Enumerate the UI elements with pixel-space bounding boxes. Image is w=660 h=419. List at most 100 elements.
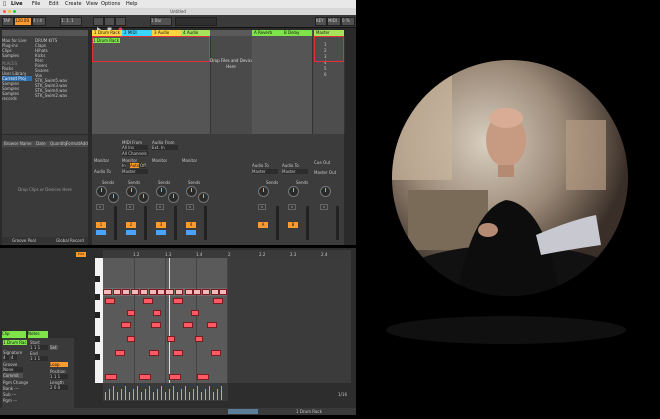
monitor-in-button[interactable]: In [122, 163, 126, 168]
menu-help[interactable]: Help [126, 1, 137, 7]
velocity-marker[interactable] [133, 389, 134, 400]
send-b-knob[interactable] [138, 192, 149, 203]
midi-note[interactable] [115, 350, 125, 356]
apple-icon[interactable]:  [3, 1, 6, 7]
velocity-marker[interactable] [105, 392, 106, 400]
bpm-field[interactable]: 120.00 [14, 17, 32, 26]
overview-thumbnail[interactable] [228, 409, 258, 414]
velocity-marker[interactable] [205, 389, 206, 400]
volume-fader[interactable] [204, 206, 207, 240]
midi-note[interactable] [191, 310, 199, 316]
velocity-marker[interactable] [185, 386, 186, 400]
volume-fader[interactable] [276, 206, 279, 240]
velocity-marker[interactable] [145, 389, 146, 400]
menu-view[interactable]: View [86, 1, 98, 7]
velocity-marker[interactable] [177, 392, 178, 400]
midi-note[interactable] [151, 322, 161, 328]
stop-button[interactable] [104, 17, 115, 32]
solo-button[interactable] [126, 230, 136, 235]
position-field[interactable]: 1 1 1 [50, 374, 68, 379]
solo-button[interactable] [186, 230, 196, 235]
monitor-off-button[interactable]: Off [140, 163, 146, 168]
signature-denominator[interactable]: 4 [11, 355, 17, 360]
song-position-field[interactable]: 1. 1. 1 [60, 17, 82, 26]
midi-note[interactable] [105, 298, 115, 304]
volume-value[interactable]: 0 [258, 204, 266, 210]
midi-note[interactable] [122, 289, 130, 295]
cue-volume-knob[interactable] [320, 186, 331, 197]
volume-value[interactable]: 0 [288, 204, 296, 210]
velocity-marker[interactable] [161, 386, 162, 400]
velocity-marker[interactable] [217, 389, 218, 400]
audio-to-select[interactable]: Master [252, 169, 278, 174]
velocity-marker[interactable] [137, 386, 138, 400]
velocity-marker[interactable] [141, 392, 142, 400]
volume-value[interactable]: 0 [156, 204, 164, 210]
midi-note[interactable] [193, 289, 201, 295]
set-start-button[interactable]: Set [50, 345, 58, 350]
sub-field[interactable]: Sub --- [3, 392, 16, 397]
midi-note[interactable] [105, 374, 117, 380]
velocity-marker[interactable] [181, 389, 182, 400]
midi-note[interactable] [149, 350, 159, 356]
volume-value[interactable]: 0 [320, 204, 328, 210]
fold-button[interactable]: Fold [76, 252, 86, 257]
browser-search[interactable] [2, 30, 88, 36]
velocity-marker[interactable] [121, 389, 122, 400]
midi-note[interactable] [153, 310, 161, 316]
midi-note[interactable] [173, 298, 183, 304]
send-knob[interactable] [288, 186, 299, 197]
midi-note[interactable] [113, 289, 121, 295]
commit-button[interactable]: Commit [3, 373, 23, 378]
velocity-marker[interactable] [201, 392, 202, 400]
volume-value[interactable]: 0 [186, 204, 194, 210]
solo-button[interactable] [156, 230, 166, 235]
col-quantity[interactable]: Quantity [50, 141, 67, 146]
send-a-knob[interactable] [186, 186, 197, 197]
clip-name-field[interactable]: 1 Drum Rack [3, 340, 27, 345]
volume-fader[interactable] [174, 206, 177, 240]
send-b-knob[interactable] [108, 192, 119, 203]
signature-numerator[interactable]: 4 [3, 355, 9, 360]
volume-fader[interactable] [336, 206, 339, 240]
midi-note[interactable] [211, 350, 221, 356]
track-activator[interactable]: 1 [96, 222, 106, 228]
track-activator[interactable]: 3 [156, 222, 166, 228]
clip-slots-return-a[interactable] [252, 36, 283, 134]
volume-value[interactable]: 0 [96, 204, 104, 210]
track-activator[interactable]: B [288, 222, 298, 228]
col-add[interactable]: Add [80, 141, 88, 146]
menu-live[interactable]: Live [11, 1, 23, 7]
bank-field[interactable]: Bank --- [3, 386, 19, 391]
groove-select[interactable]: None [3, 367, 23, 372]
monitor-auto-button[interactable]: Auto [130, 163, 140, 168]
scene-number[interactable]: 5 [324, 66, 327, 71]
midi-note[interactable] [165, 289, 174, 295]
velocity-marker[interactable] [221, 386, 222, 400]
volume-fader[interactable] [114, 206, 117, 240]
midi-note[interactable] [219, 289, 227, 295]
velocity-marker[interactable] [169, 389, 170, 400]
solo-button[interactable] [96, 230, 106, 235]
quantize-menu[interactable]: 1 Bar [150, 17, 172, 26]
browser-place[interactable]: records [2, 96, 32, 101]
col-date[interactable]: Date [36, 141, 46, 146]
groove-drop-area[interactable]: Drop Clips or Devices Here [2, 187, 88, 192]
end-field[interactable]: 3 1 1 [30, 356, 48, 361]
length-field[interactable]: 2 0 0 [50, 385, 68, 390]
velocity-marker[interactable] [213, 392, 214, 400]
midi-note[interactable] [167, 336, 175, 342]
send-a-knob[interactable] [96, 186, 107, 197]
velocity-marker[interactable] [113, 386, 114, 400]
midi-note[interactable] [127, 336, 135, 342]
time-signature-field[interactable]: 4 / 4 [32, 17, 46, 26]
midi-note[interactable] [131, 289, 139, 295]
midi-note[interactable] [149, 289, 157, 295]
menu-options[interactable]: Options [101, 1, 120, 7]
midi-note[interactable] [175, 289, 183, 295]
send-b-knob[interactable] [198, 192, 209, 203]
start-field[interactable]: 1 1 1 [30, 345, 48, 350]
send-a-knob[interactable] [126, 186, 137, 197]
midi-note[interactable] [139, 374, 151, 380]
record-button[interactable] [115, 17, 126, 32]
